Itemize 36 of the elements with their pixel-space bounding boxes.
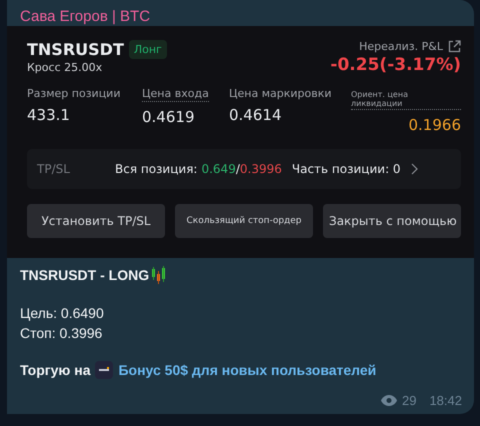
message-time: 18:42: [429, 393, 462, 408]
stat-label: Цена входа: [142, 87, 209, 102]
promo-link[interactable]: Бонус 50$ для новых пользователей: [118, 362, 376, 378]
stat-label: Размер позиции: [27, 87, 120, 100]
message-title: TNSRUSDT - LONG: [20, 267, 150, 283]
exchange-logo-icon: [95, 361, 114, 379]
tpsl-row[interactable]: TP/SL Вся позиция: 0.649/0.3996 Часть позиции: 0: [27, 149, 461, 189]
action-button[interactable]: Закрыть с помощью: [323, 204, 461, 238]
message-line: Цель: 0.6490: [20, 304, 105, 323]
promo-text: Торгую на: [20, 362, 90, 378]
stat-label: Цена маркировки: [229, 87, 332, 100]
separator-text: /: [236, 162, 240, 176]
action-button[interactable]: Скользящий стоп-ордер: [175, 204, 313, 238]
pnl-label: Нереализ. P&L: [359, 40, 443, 53]
message-line: Стоп: 0.3996: [20, 324, 104, 343]
tpsl-whole-label: Вся позиция:: [115, 162, 198, 176]
stat-value: 433.1: [27, 106, 71, 124]
share-icon[interactable]: [448, 40, 461, 53]
tpsl-label: TP/SL: [37, 162, 71, 176]
sender-name[interactable]: Сава Егоров | BTC: [7, 0, 474, 26]
take-profit-value: 0.649: [201, 162, 236, 176]
pnl-value: -0.25(-3.17%): [330, 55, 461, 75]
candlestick-icon: [150, 266, 166, 284]
stat-value: 0.4619: [142, 108, 196, 126]
action-button[interactable]: Установить TP/SL: [27, 204, 165, 238]
view-count: 29: [402, 393, 416, 408]
stat-label: Ориент. цена ликвидации: [351, 90, 461, 110]
side-badge: Лонг: [128, 40, 167, 59]
symbol-text: TNSRUSDT: [27, 40, 124, 59]
partial-position-text: Часть позиции: 0: [292, 162, 401, 176]
stat-value: 0.1966: [408, 116, 461, 134]
chevron-icon: [410, 163, 418, 175]
stat-value: 0.4614: [229, 106, 282, 124]
stop-loss-value: 0.3996: [240, 162, 282, 176]
views-icon: [380, 395, 397, 406]
margin-text: Кросс 25.00x: [27, 61, 104, 74]
